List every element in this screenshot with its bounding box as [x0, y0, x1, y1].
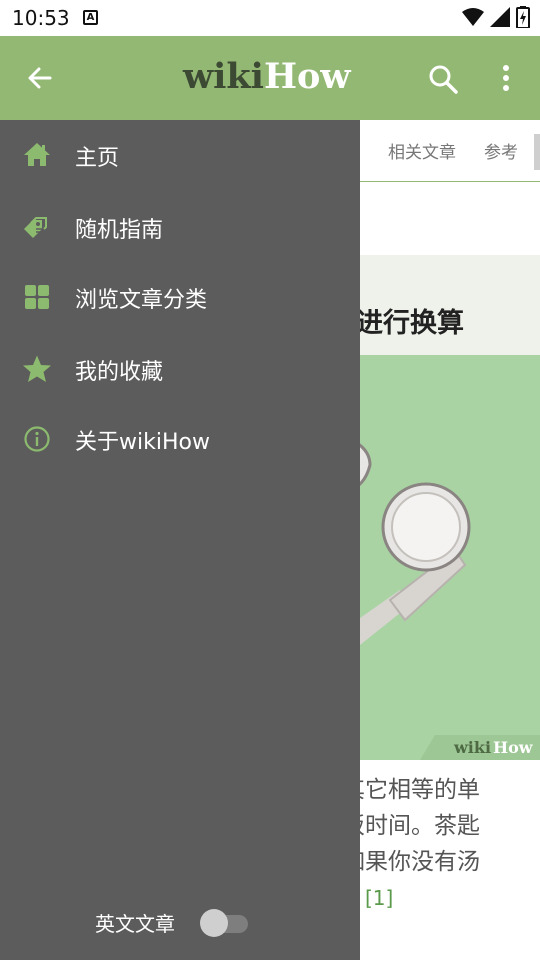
section-title: 进行换算 — [356, 308, 464, 339]
switch-thumb — [200, 909, 228, 937]
status-icons — [462, 6, 530, 28]
body-line: 饭时间。茶匙 — [342, 813, 480, 839]
search-icon[interactable] — [426, 62, 460, 96]
navigation-drawer: 主页 随机指南 浏览文章分类 我的收藏 关于wikiHow 英文文章 — [0, 120, 360, 960]
tab-related-articles[interactable]: 相关文章 — [388, 138, 456, 163]
drawer-item-categories[interactable]: 浏览文章分类 — [0, 268, 360, 328]
back-arrow-icon[interactable] — [22, 60, 58, 96]
watermark-how: How — [493, 738, 534, 757]
wifi-icon — [462, 8, 484, 26]
tab-references[interactable]: 参考 — [484, 138, 518, 163]
reference-link[interactable]: [1] — [365, 886, 393, 910]
watermark-wiki: wiki — [453, 738, 491, 757]
article-body: 其它相等的单 饭时间。茶匙 如果你没有汤 [1] — [342, 772, 540, 916]
section-header: 进行换算 — [356, 255, 540, 355]
star-icon — [23, 355, 51, 382]
drawer-item-favorites[interactable]: 我的收藏 — [0, 340, 360, 400]
drawer-item-label: 关于wikiHow — [75, 430, 210, 455]
body-line: 如果你没有汤 — [342, 849, 480, 875]
status-bar: 10:53 A — [0, 0, 540, 36]
drawer-item-random[interactable]: 随机指南 — [0, 198, 360, 258]
categories-grid-icon — [25, 285, 49, 309]
wikihow-logo: wikiHow — [183, 56, 351, 97]
cell-signal-icon — [490, 7, 510, 27]
random-tags-icon — [24, 217, 47, 238]
logo-wiki-text: wiki — [183, 56, 264, 97]
step-illustration: wiki How — [360, 355, 540, 760]
english-articles-label: 英文文章 — [95, 912, 175, 936]
drawer-item-label: 浏览文章分类 — [75, 288, 208, 313]
tab-scroll-indicator — [534, 134, 540, 170]
notification-a-icon: A — [83, 10, 98, 25]
status-time: 10:53 — [12, 6, 70, 30]
home-icon — [24, 143, 50, 166]
info-icon — [24, 426, 50, 452]
body-line: 其它相等的单 — [342, 777, 480, 803]
drawer-item-label: 我的收藏 — [75, 360, 164, 385]
more-vertical-icon[interactable] — [494, 60, 518, 96]
english-articles-switch[interactable] — [200, 908, 250, 938]
measuring-spoon-image: wiki How — [360, 443, 540, 760]
app-bar: wikiHow — [0, 36, 540, 120]
article-tab-strip: 方 相关文章 参考 — [344, 120, 540, 182]
battery-icon — [516, 6, 530, 28]
drawer-item-label: 主页 — [75, 146, 120, 171]
drawer-item-home[interactable]: 主页 — [0, 126, 360, 186]
logo-how-text: How — [263, 56, 351, 97]
drawer-item-about[interactable]: 关于wikiHow — [0, 410, 360, 470]
english-articles-toggle-row: 英文文章 — [0, 898, 360, 946]
drawer-item-label: 随机指南 — [75, 218, 164, 243]
